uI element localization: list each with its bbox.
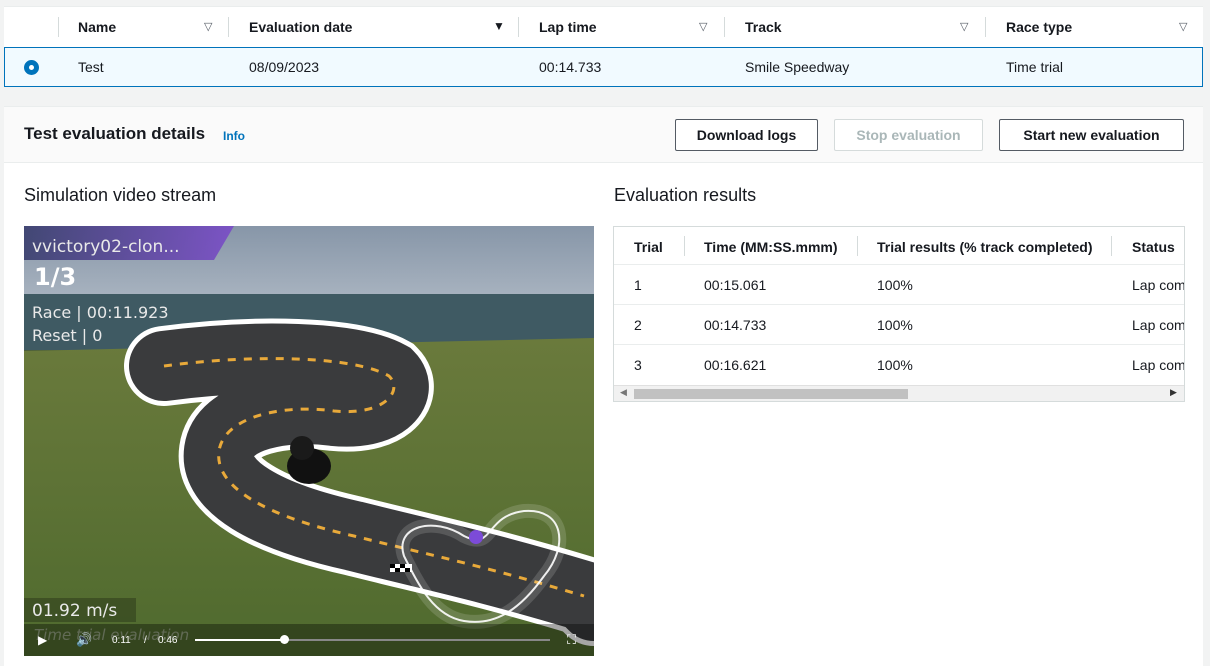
row-radio-selected[interactable] [24,60,39,75]
scroll-right-icon[interactable]: ▶ [1170,387,1177,398]
results-header: Trial Time (MM:SS.mmm) Trial results (% … [614,227,1184,265]
time-separator: / [144,635,147,646]
panel-header: Test evaluation details Info Download lo… [4,107,1203,163]
model-name-overlay: vvictory02-clon... [32,237,180,257]
video-progress-handle[interactable] [279,635,289,644]
play-icon[interactable]: ▶ [38,633,47,647]
cell-status: Lap complete [1132,357,1185,373]
video-current-time: 0:11 [112,635,131,646]
evaluation-details-panel: Test evaluation details Info Download lo… [4,106,1203,666]
sort-triangle-icon[interactable]: ▽ [204,20,212,33]
scroll-left-icon[interactable]: ◀ [620,387,627,398]
evaluations-table: Name ▽ Evaluation date ▼ Lap time ▽ Trac… [4,6,1203,87]
cell-evaluation-date: 08/09/2023 [249,59,320,75]
evaluation-results-table: Trial Time (MM:SS.mmm) Trial results (% … [613,226,1185,402]
video-progress-track[interactable] [195,635,550,644]
cell-track: Smile Speedway [745,59,850,75]
column-divider [228,17,229,37]
table-row-selected[interactable]: Test 08/09/2023 00:14.733 Smile Speedway… [4,47,1203,87]
cell-trial: 1 [634,277,642,293]
cell-result: 100% [877,317,913,333]
speed-overlay: 01.92 m/s [32,601,118,621]
column-header-trial[interactable]: Trial [634,239,663,255]
column-header-evaluation-date[interactable]: Evaluation date ▼ [228,7,518,47]
scrollbar-thumb[interactable] [634,389,908,399]
column-divider [724,17,725,37]
cell-result: 100% [877,357,913,373]
video-progress-fill [195,639,284,641]
cell-time: 00:15.061 [704,277,767,293]
horizontal-scrollbar[interactable]: ◀ ▶ [614,385,1184,401]
sort-triangle-icon[interactable]: ▽ [960,20,968,33]
table-header: Name ▽ Evaluation date ▼ Lap time ▽ Trac… [4,7,1203,47]
column-header-lap-time[interactable]: Lap time ▽ [518,7,724,47]
column-header-label: Track [745,19,782,35]
column-divider [518,17,519,37]
sort-triangle-icon[interactable]: ▽ [1179,20,1187,33]
cell-time: 00:14.733 [704,317,767,333]
column-header-label: Evaluation date [249,19,353,35]
cell-status: Lap complete [1132,317,1185,333]
stop-evaluation-button[interactable]: Stop evaluation [834,119,983,151]
column-divider [1111,236,1112,256]
column-divider [857,236,858,256]
table-row: 3 00:16.621 100% Lap complete [614,345,1184,385]
cell-trial: 3 [634,357,642,373]
column-divider [684,236,685,256]
start-new-evaluation-button[interactable]: Start new evaluation [999,119,1184,151]
fullscreen-icon[interactable]: ⛶ [567,632,576,648]
info-link[interactable]: Info [223,129,245,143]
cell-time: 00:16.621 [704,357,767,373]
reset-count-overlay: Reset | 0 [32,326,103,345]
race-time-overlay: Race | 00:11.923 [32,303,169,322]
lap-counter-overlay: 1/3 [34,263,77,291]
cell-name: Test [78,59,104,75]
column-divider [58,17,59,37]
cell-trial: 2 [634,317,642,333]
column-header-race-type[interactable]: Race type ▽ [985,7,1203,47]
column-divider [985,17,986,37]
column-header-time[interactable]: Time (MM:SS.mmm) [704,239,838,255]
cell-race-type: Time trial [1006,59,1064,75]
column-header-label: Lap time [539,19,597,35]
cell-result: 100% [877,277,913,293]
column-header-track[interactable]: Track ▽ [724,7,985,47]
download-logs-button[interactable]: Download logs [675,119,818,151]
sort-descending-icon[interactable]: ▼ [493,19,505,33]
sort-triangle-icon[interactable]: ▽ [699,20,707,33]
cell-lap-time: 00:14.733 [539,59,602,75]
video-controls: ▶ 🔊 0:11 / 0:46 ⛶ [24,624,594,656]
volume-icon[interactable]: 🔊 [76,632,92,648]
panel-title: Test evaluation details [24,124,206,143]
video-duration: 0:46 [158,635,178,646]
column-header-name[interactable]: Name ▽ [58,7,228,47]
column-header-label: Race type [1006,19,1073,35]
column-header-label: Name [78,19,117,35]
table-row: 1 00:15.061 100% Lap complete [614,265,1184,305]
column-header-trial-results[interactable]: Trial results (% track completed) [877,239,1093,255]
table-row: 2 00:14.733 100% Lap complete [614,305,1184,345]
simulation-video[interactable]: vvictory02-clon... 1/3 Race | 00:11.923 … [24,226,594,656]
video-frame [24,226,594,656]
column-header-status[interactable]: Status [1132,239,1175,255]
cell-status: Lap complete [1132,277,1185,293]
results-section-title: Evaluation results [614,185,757,205]
video-section-title: Simulation video stream [24,185,217,205]
